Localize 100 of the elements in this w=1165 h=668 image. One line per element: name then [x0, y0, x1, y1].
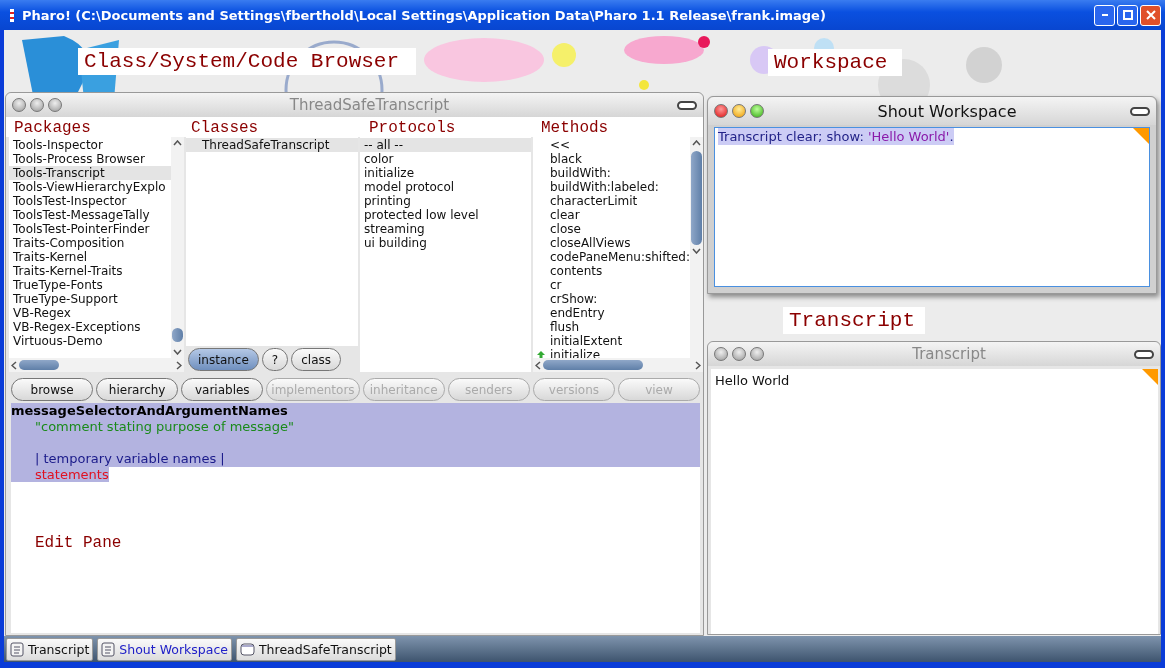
annotation-label: Workspace	[768, 49, 902, 76]
list-item[interactable]: characterLimit	[533, 194, 690, 208]
scrollbar[interactable]	[9, 358, 184, 372]
list-item[interactable]: VB-Regex	[9, 306, 171, 320]
list-item[interactable]: color	[360, 152, 531, 166]
list-item[interactable]: ui building	[360, 236, 531, 250]
list-item[interactable]: black	[533, 152, 690, 166]
code-line: messageSelectorAndArgumentNames	[11, 403, 288, 418]
list-item[interactable]: cr	[533, 278, 690, 292]
window-control-button[interactable]	[714, 104, 728, 118]
list-item[interactable]: Tools-Process Browser	[9, 152, 171, 166]
collapse-button[interactable]	[1134, 349, 1154, 359]
window-control-button[interactable]	[750, 104, 764, 118]
list-item[interactable]: ToolsTest-PointerFinder	[9, 222, 171, 236]
list-item[interactable]: clear	[533, 208, 690, 222]
list-item[interactable]: Traits-Kernel	[9, 250, 171, 264]
toolbar-button[interactable]: hierarchy	[96, 378, 179, 401]
scroll-up-icon[interactable]	[691, 140, 701, 146]
scroll-right-icon[interactable]	[176, 360, 182, 370]
list-item[interactable]: Virtuous-Demo	[9, 334, 171, 348]
maximize-button[interactable]	[1117, 4, 1138, 26]
code-editor[interactable]: messageSelectorAndArgumentNames "comment stating purpose of message" | temporary variable names | statements Edit Pane	[11, 403, 700, 633]
taskbar-button[interactable]: Transcript	[6, 637, 94, 661]
list-item[interactable]: Tools-ViewHierarchyExplo	[9, 180, 171, 194]
toggle-button[interactable]: class	[291, 348, 341, 371]
list-item[interactable]: ToolsTest-MessageTally	[9, 208, 171, 222]
list-item[interactable]: Tools-Inspector	[9, 138, 171, 152]
minimize-icon	[1101, 14, 1108, 16]
scroll-thumb[interactable]	[543, 360, 643, 370]
list-item[interactable]: buildWith:	[533, 166, 690, 180]
scroll-right-icon[interactable]	[694, 360, 701, 370]
list-item[interactable]: VB-Regex-Exceptions	[9, 320, 171, 334]
scroll-up-icon[interactable]	[173, 140, 182, 146]
list-item[interactable]: codePaneMenu:shifted:	[533, 250, 690, 264]
pane-heading: Packages	[13, 118, 92, 139]
window-control-button[interactable]	[12, 98, 26, 112]
list-item[interactable]: printing	[360, 194, 531, 208]
collapse-button[interactable]	[677, 100, 697, 110]
list-item[interactable]: close	[533, 222, 690, 236]
list-item[interactable]: buildWith:labeled:	[533, 180, 690, 194]
window-control-button[interactable]	[48, 98, 62, 112]
maximize-icon	[1122, 10, 1133, 20]
corner-marker	[1133, 128, 1149, 144]
collapse-button[interactable]	[1130, 106, 1150, 116]
list-item[interactable]: protected low level	[360, 208, 531, 222]
scrollbar[interactable]	[689, 137, 703, 358]
list-item[interactable]: streaming	[360, 222, 531, 236]
window-control-button[interactable]	[30, 98, 44, 112]
scrollbar[interactable]	[171, 137, 184, 358]
taskbar-button[interactable]: Shout Workspace	[97, 637, 232, 661]
window-title: Shout Workspace	[876, 101, 1018, 121]
window-title: ThreadSafeTranscript	[288, 96, 451, 114]
scroll-left-icon[interactable]	[535, 360, 541, 370]
annotation-label: Transcript	[783, 307, 925, 334]
scrollbar[interactable]	[533, 358, 703, 372]
toolbar-button[interactable]: variables	[181, 378, 264, 401]
list-item[interactable]: <<	[533, 138, 690, 152]
code-line: | temporary variable names |	[34, 451, 225, 466]
pane-heading: Classes	[190, 118, 260, 139]
scroll-thumb[interactable]	[19, 360, 59, 370]
list-item[interactable]: initialExtent	[533, 334, 690, 348]
text-editor[interactable]: Transcript clear; show: 'Hello World'.	[714, 127, 1150, 287]
close-button[interactable]	[1140, 4, 1161, 26]
scroll-thumb[interactable]	[172, 328, 183, 342]
list-item[interactable]: Tools-Transcript	[9, 166, 171, 180]
window-control-button[interactable]	[732, 347, 746, 361]
list-item[interactable]: initialize	[360, 166, 531, 180]
pane-heading: Protocols	[368, 118, 457, 139]
list-item[interactable]: TrueType-Fonts	[9, 278, 171, 292]
list-item[interactable]: contents	[533, 264, 690, 278]
taskbar-button[interactable]: ThreadSafeTranscript	[236, 637, 396, 661]
window-control-button[interactable]	[732, 104, 746, 118]
window-icon	[240, 642, 255, 656]
window-title: Transcript	[911, 345, 987, 363]
toolbar-button[interactable]: browse	[11, 378, 94, 401]
output-text: Hello World	[715, 373, 790, 388]
scroll-down-icon[interactable]	[173, 349, 182, 355]
list-item[interactable]: TrueType-Support	[9, 292, 171, 306]
list-item[interactable]: model protocol	[360, 180, 531, 194]
text-editor[interactable]: Hello World	[711, 369, 1158, 634]
list-item[interactable]: endEntry	[533, 306, 690, 320]
list-item[interactable]: Traits-Composition	[9, 236, 171, 250]
list-item[interactable]: crShow:	[533, 292, 690, 306]
list-item[interactable]: closeAllViews	[533, 236, 690, 250]
list-item[interactable]: -- all --	[360, 138, 531, 152]
scroll-down-icon[interactable]	[691, 248, 701, 254]
list-item[interactable]: Traits-Kernel-Traits	[9, 264, 171, 278]
code-line: "comment stating purpose of message"	[34, 419, 295, 434]
window-control-button[interactable]	[714, 347, 728, 361]
scroll-left-icon[interactable]	[11, 360, 17, 370]
annotation-label: Edit Pane	[34, 533, 123, 553]
minimize-button[interactable]	[1094, 4, 1115, 26]
scroll-thumb[interactable]	[690, 151, 702, 245]
toggle-button[interactable]: instance	[188, 348, 259, 371]
list-item[interactable]: flush	[533, 320, 690, 334]
list-item[interactable]: ThreadSafeTranscript	[186, 138, 358, 152]
window-control-button[interactable]	[750, 347, 764, 361]
toggle-button[interactable]: ?	[261, 348, 289, 371]
list-item[interactable]: ToolsTest-Inspector	[9, 194, 171, 208]
document-icon	[101, 641, 116, 657]
